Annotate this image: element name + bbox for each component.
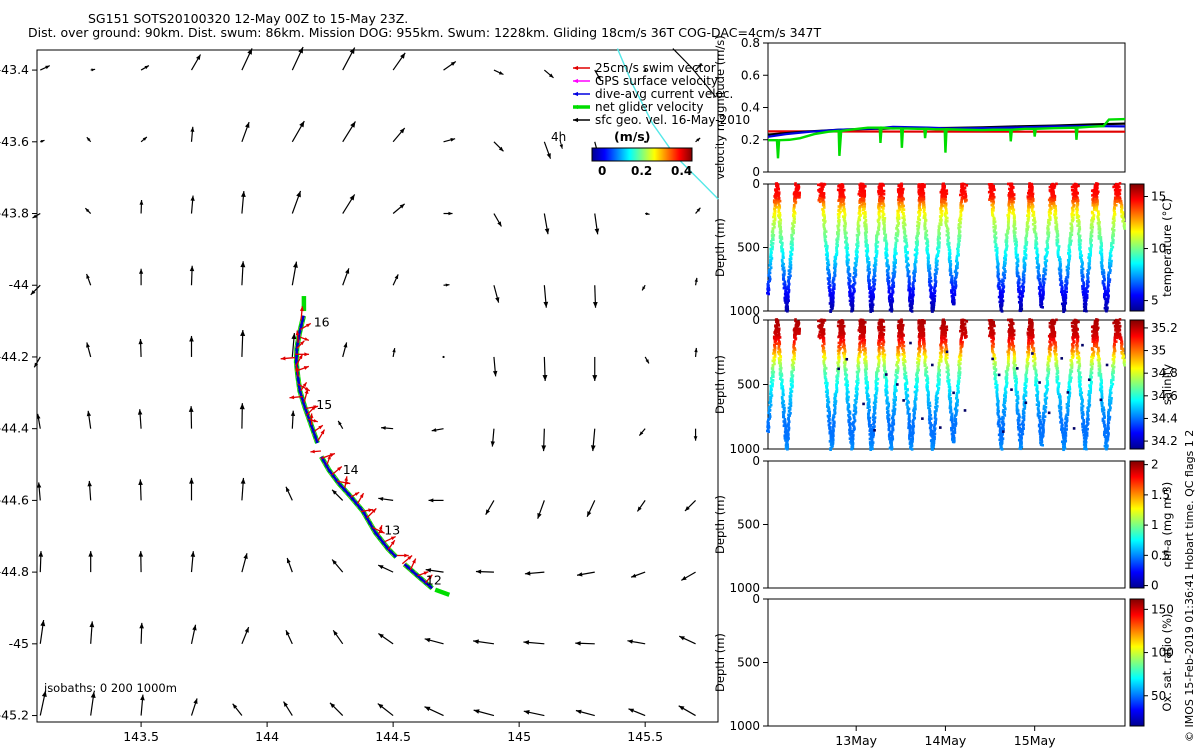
panel-ytick-label: 500	[737, 656, 760, 670]
panel-ytick-label: 0.2	[741, 133, 760, 147]
scatter-temperature	[766, 182, 1126, 314]
legend-colorbar-tick-0: 0	[598, 164, 607, 178]
colorbar-tick-label: 2	[1151, 458, 1159, 472]
panel-temperature: 05001000Depth (m)51015temperature (°C)	[713, 177, 1174, 318]
colorbar-label: salinity	[1160, 364, 1174, 405]
colorbar-chl-a: 00.511.52chl-a (mg m-3)	[1129, 458, 1174, 593]
geostrophic-vector-field	[30, 46, 703, 717]
scatter-salinity	[766, 318, 1126, 452]
colorbar-tick-label: 1	[1151, 518, 1159, 532]
panel-ytick-label: 0	[752, 592, 760, 606]
map-ytick-label: -43.6	[0, 134, 29, 149]
panel-ytick-label: 500	[737, 241, 760, 255]
map-ytick-label: -43.4	[0, 62, 29, 77]
legend-colorbar-tick-04: 0.4	[671, 164, 693, 178]
figure-subtitle: Dist. over ground: 90km. Dist. swum: 86k…	[28, 25, 822, 40]
map-xtick-label: 143.5	[123, 729, 159, 744]
dive-number-label: 13	[384, 522, 400, 537]
map-ytick-label: -45.2	[0, 708, 29, 723]
panel-ytick-label: 0.6	[741, 68, 760, 82]
legend-label-sfc-geo-velocity: sfc geo. vel. 16-May-2010	[595, 113, 751, 127]
seaglider-mission-figure: 143.5144144.5145145.5-43.4-43.6-43.8-44-…	[0, 0, 1200, 750]
date-xtick-label: 15May	[1014, 733, 1056, 748]
panel-ytick-label: 0	[752, 454, 760, 468]
map-ytick-label: -44.8	[0, 564, 29, 579]
imos-watermark-text: © IMOS 15-Feb-2019 01:36:41 Hobart time.…	[1183, 430, 1196, 742]
map-ytick-label: -45	[9, 636, 29, 651]
map-ytick-label: -44.2	[0, 349, 29, 364]
legend-colorbar-title: (m/s)	[614, 129, 651, 144]
legend-colorbar-tick-02: 0.2	[631, 164, 653, 178]
panel-salinity: 05001000Depth (m)34.234.434.634.83535.2s…	[713, 313, 1178, 456]
panel-ylabel: velocity magnitude (m/s)	[713, 35, 727, 180]
isobaths-caption: isobaths: 0 200 1000m	[44, 681, 177, 695]
panel-ytick-label: 500	[737, 378, 760, 392]
colorbar-salinity: 34.234.434.634.83535.2salinity	[1129, 319, 1178, 450]
colorbar-temperature: 51015temperature (°C)	[1129, 183, 1174, 312]
panel-ylabel: Depth (m)	[713, 495, 727, 554]
colorbar-label: Ox. sat. ratio (%)	[1160, 613, 1174, 711]
dive-number-label: 15	[316, 397, 332, 412]
imos-watermark: © IMOS 15-Feb-2019 01:36:41 Hobart time.…	[1183, 430, 1196, 742]
colorbar-tick-label: 34.2	[1151, 434, 1178, 448]
map-ytick-label: -44.6	[0, 492, 29, 507]
map-ytick-label: -44	[9, 277, 29, 292]
panel-ylabel: Depth (m)	[713, 633, 727, 692]
map-xtick-label: 144.5	[375, 729, 411, 744]
map-ytick-label: -43.8	[0, 206, 29, 221]
panel-chl-a: 05001000Depth (m)00.511.52chl-a (mg m-3)	[713, 454, 1174, 595]
swim-vectors	[280, 306, 433, 584]
map-xtick-label: 145.5	[627, 729, 663, 744]
colorbar-tick-label: 35	[1151, 344, 1166, 358]
panel-ytick-label: 0	[752, 177, 760, 191]
colorbar-tick-label: 35.2	[1151, 321, 1178, 335]
panel-oxygen: 0 500 1000 Depth (m) 13May 14May 15May 50100150…	[713, 592, 1174, 748]
date-xtick-label: 13May	[835, 733, 877, 748]
colorbar-tick-label: 0	[1151, 579, 1159, 593]
map-xtick-label: 145	[507, 729, 531, 744]
panel-ytick-label: 1000	[729, 719, 760, 733]
colorbar-label: chl-a (mg m-3)	[1160, 482, 1174, 567]
figure-title: SG151 SOTS20100320 12-May 00Z to 15-May …	[88, 11, 409, 26]
map-xtick-label: 144	[255, 729, 279, 744]
colorbar-oxygen: 50100150Ox. sat. ratio (%)	[1129, 598, 1174, 727]
panel-ytick-label: 0	[752, 313, 760, 327]
glider-track	[293, 296, 451, 597]
dive-number-label: 14	[343, 462, 359, 477]
legend-time-scale: 4h	[551, 130, 567, 144]
dive-number-labels: 16 15 14 13 12	[314, 314, 442, 587]
colorbar-label: temperature (°C)	[1160, 198, 1174, 297]
colorbar-tick-label: 5	[1151, 294, 1159, 308]
panel-ytick-label: 500	[737, 518, 760, 532]
date-xtick-label: 14May	[925, 733, 967, 748]
dive-number-label: 16	[314, 314, 330, 329]
map-ytick-label: -44.4	[0, 421, 29, 436]
panel-ylabel: Depth (m)	[713, 355, 727, 414]
dive-number-label: 12	[426, 573, 442, 588]
panel-ylabel: Depth (m)	[713, 218, 727, 277]
colorbar-tick-label: 34.4	[1151, 411, 1178, 425]
panel-velocity: 00.20.40.60.8velocity magnitude (m/s)	[713, 35, 1126, 180]
